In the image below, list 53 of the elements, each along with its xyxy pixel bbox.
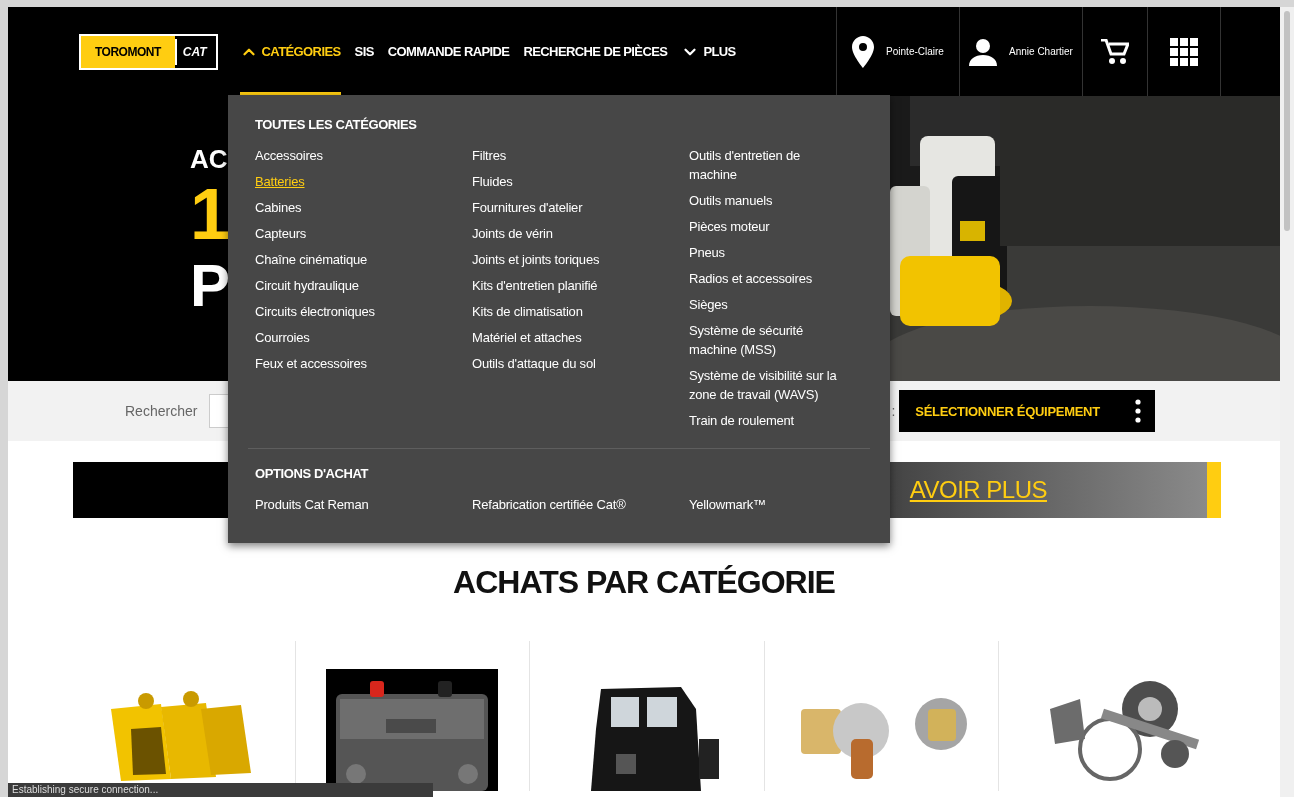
menu-item[interactable]: Courroies [255,328,310,347]
menu-item[interactable]: Capteurs [255,224,307,243]
learn-more-link[interactable]: AVOIR PLUS [909,476,1047,504]
menu-item[interactable]: Cabines [255,198,302,217]
menu-item[interactable]: Chaîne cinématique [255,250,368,269]
menu-item[interactable]: Système de visibilité sur la zone de travail (WAVS) [689,366,849,404]
hero-text: P [190,256,226,316]
menu-item[interactable]: Train de roulement [689,411,795,430]
menu-item[interactable]: Joints et joints toriques [472,250,600,269]
nav-link[interactable]: PLUS [681,7,736,96]
menu-item[interactable]: Joints de vérin [472,224,553,243]
hero-text: AC [190,146,226,172]
nav-link[interactable]: RECHERCHE DE PIÈCES [523,7,668,96]
menu-item[interactable]: Pneus [689,243,725,262]
section-title: ACHATS PAR CATÉGORIE [452,564,836,601]
menu-item[interactable]: Outils d'attaque du sol [472,354,596,373]
menu-item[interactable]: Feux et accessoires [255,354,367,373]
select-equipment-button[interactable]: SÉLECTIONNER ÉQUIPEMENT [899,390,1156,432]
nav-link[interactable]: COMMANDE RAPIDE [387,7,510,96]
menu-item[interactable]: Filtres [472,146,506,165]
user-icon [969,37,998,66]
menu-item[interactable]: Refabrication certifiée Cat® [472,495,626,514]
menu-item[interactable]: Kits d'entretien planifié [472,276,598,295]
menu-item[interactable]: Circuit hydraulique [255,276,359,295]
location-pin-icon [852,35,875,68]
menu-item[interactable]: Kits de climatisation [472,302,583,321]
menu-item[interactable]: Sièges [689,295,728,314]
hero-number: 1 [190,178,226,250]
menu-item[interactable]: Outils manuels [689,191,773,210]
menu-heading: TOUTES LES CATÉGORIES [255,117,418,132]
menu-item[interactable]: Pièces moteur [689,217,770,236]
menu-item[interactable]: Matériel et attaches [472,328,582,347]
menu-item[interactable]: Produits Cat Reman [255,495,369,514]
menu-heading: OPTIONS D'ACHAT [255,466,370,481]
logo[interactable]: TOROMONT CAT [79,33,218,70]
status-bar: Establishing secure connection... [8,783,433,797]
more-icon [1135,399,1142,423]
nav-link[interactable]: SIS [354,7,374,96]
menu-item[interactable]: Radios et accessoires [689,269,812,288]
menu-item[interactable]: Fournitures d'atelier [472,198,583,217]
equipment-label: : [891,403,896,419]
apps-grid-icon[interactable] [1170,37,1198,66]
scrollbar-thumb[interactable] [1284,11,1290,231]
menu-item[interactable]: Circuits électroniques [255,302,375,321]
menu-item[interactable]: Accessoires [255,146,323,165]
menu-item[interactable]: Fluides [472,172,513,191]
logo-brand: TOROMONT [81,35,175,68]
cart-icon[interactable] [1101,38,1129,65]
menu-item[interactable]: Yellowmark™ [689,495,766,514]
search-label: Rechercher [125,403,198,419]
menu-item[interactable]: Outils d'entretien de machine [689,146,849,184]
menu-item[interactable]: Système de sécurité machine (MSS) [689,321,849,359]
menu-item[interactable]: Batteries [255,172,305,191]
